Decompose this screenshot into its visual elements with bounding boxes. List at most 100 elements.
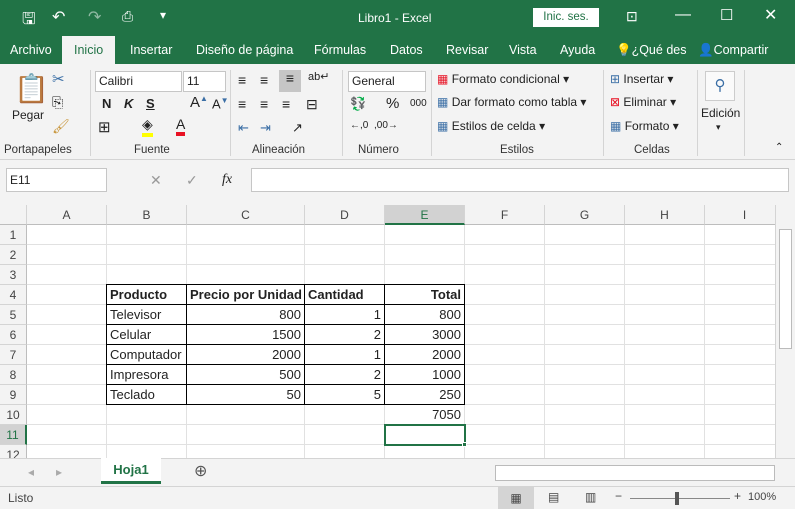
cell[interactable] [305, 265, 385, 285]
cell[interactable] [305, 225, 385, 245]
zoom-in-icon[interactable]: + [734, 489, 741, 503]
align-top-icon[interactable]: ≡ [238, 72, 246, 88]
table-cell[interactable]: Televisor [106, 304, 187, 325]
column-header-E[interactable]: E [385, 205, 465, 225]
tab-diseno[interactable]: Diseño de página [196, 43, 293, 57]
cell[interactable] [465, 365, 545, 385]
align-middle-icon[interactable]: ≡ [260, 72, 268, 88]
cell[interactable] [545, 365, 625, 385]
sheet-tab-hoja1[interactable]: Hoja1 [101, 458, 161, 484]
search-icon[interactable]: ⚲ [705, 71, 735, 101]
tab-archivo[interactable]: Archivo [10, 43, 52, 57]
formula-input[interactable] [251, 168, 789, 192]
cell[interactable] [385, 265, 465, 285]
align-right-icon[interactable]: ≡ [282, 96, 290, 112]
cell[interactable] [385, 445, 465, 458]
cell[interactable] [625, 225, 705, 245]
zoom-slider[interactable] [630, 498, 730, 499]
cell[interactable] [705, 445, 775, 458]
cell[interactable] [187, 245, 305, 265]
cell[interactable] [705, 265, 775, 285]
cell[interactable] [545, 305, 625, 325]
close-button[interactable]: ✕ [764, 5, 777, 25]
align-left-icon[interactable]: ≡ [238, 96, 246, 112]
table-cell[interactable]: 3000 [384, 324, 465, 345]
table-cell[interactable]: Teclado [106, 384, 187, 405]
cell[interactable] [187, 445, 305, 458]
table-cell[interactable]: Precio por Unidad [186, 284, 305, 305]
number-format-select[interactable]: General [348, 71, 426, 92]
cell[interactable] [625, 445, 705, 458]
page-layout-icon[interactable]: ▤ [548, 490, 559, 504]
select-all-corner[interactable] [0, 205, 27, 225]
table-cell[interactable]: 2000 [186, 344, 305, 365]
next-sheet-icon[interactable]: ▸ [56, 465, 62, 479]
print-preview-icon[interactable]: ⎙ [122, 8, 133, 25]
fill-color-icon[interactable]: ◈ [142, 116, 153, 137]
cell[interactable] [465, 245, 545, 265]
table-cell[interactable]: Celular [106, 324, 187, 345]
table-cell[interactable]: 2 [304, 364, 385, 385]
row-header-1[interactable]: 1 [0, 225, 27, 245]
table-cell[interactable]: 1 [304, 344, 385, 365]
cell[interactable] [27, 325, 107, 345]
table-cell[interactable]: 1 [304, 304, 385, 325]
cell[interactable] [705, 325, 775, 345]
increase-indent-icon[interactable]: ⇥ [260, 120, 271, 136]
share-button[interactable]: 👤Compartir [698, 43, 768, 58]
cell[interactable] [545, 245, 625, 265]
cell[interactable] [625, 425, 705, 445]
cell[interactable] [625, 325, 705, 345]
cell[interactable] [465, 445, 545, 458]
cell[interactable] [625, 345, 705, 365]
table-cell[interactable]: 1500 [186, 324, 305, 345]
cell[interactable] [27, 245, 107, 265]
table-cell[interactable]: 5 [304, 384, 385, 405]
underline-button[interactable]: S [146, 96, 155, 111]
cell[interactable] [625, 265, 705, 285]
insert-cells-button[interactable]: ⊞ Insertar ▾ [610, 72, 673, 86]
maximize-button[interactable]: ☐ [720, 6, 733, 24]
row-header-5[interactable]: 5 [0, 305, 27, 325]
format-cells-button[interactable]: ▦ Formato ▾ [610, 119, 679, 133]
cell[interactable] [545, 385, 625, 405]
tab-revisar[interactable]: Revisar [446, 43, 488, 57]
grand-total-cell[interactable]: 7050 [385, 405, 465, 425]
save-icon[interactable]: 🖫 [22, 8, 36, 35]
vertical-scrollbar[interactable] [775, 205, 795, 458]
decrease-indent-icon[interactable]: ⇤ [238, 120, 249, 136]
table-cell[interactable]: Producto [106, 284, 187, 305]
editing-button[interactable]: Edición [701, 106, 740, 120]
cell[interactable] [705, 425, 775, 445]
table-cell[interactable]: 2000 [384, 344, 465, 365]
cell[interactable] [545, 425, 625, 445]
paste-button[interactable]: Pegar [12, 108, 44, 122]
wrap-text-icon[interactable]: ab↵ [308, 70, 329, 83]
table-cell[interactable]: 50 [186, 384, 305, 405]
increase-font-icon[interactable]: A▲ [190, 94, 208, 111]
page-break-icon[interactable]: ▥ [585, 490, 596, 504]
cell[interactable] [465, 425, 545, 445]
delete-cells-button[interactable]: ⊠ Eliminar ▾ [610, 95, 676, 109]
cell[interactable] [305, 425, 385, 445]
cell[interactable] [625, 405, 705, 425]
enter-icon[interactable]: ✓ [186, 172, 198, 189]
merge-center-icon[interactable]: ⊟ [306, 96, 318, 113]
cell[interactable] [625, 385, 705, 405]
table-cell[interactable]: 2 [304, 324, 385, 345]
cell-styles-button[interactable]: ▦ Estilos de celda ▾ [437, 119, 545, 133]
decrease-font-icon[interactable]: A▼ [212, 96, 229, 111]
row-header-6[interactable]: 6 [0, 325, 27, 345]
row-header-2[interactable]: 2 [0, 245, 27, 265]
cell[interactable] [187, 225, 305, 245]
column-header-I[interactable]: I [705, 205, 775, 225]
row-header-12[interactable]: 12 [0, 445, 27, 458]
cell[interactable] [465, 385, 545, 405]
cancel-icon[interactable]: ✕ [150, 172, 162, 189]
cell[interactable] [187, 425, 305, 445]
row-header-3[interactable]: 3 [0, 265, 27, 285]
column-header-G[interactable]: G [545, 205, 625, 225]
cell[interactable] [705, 365, 775, 385]
cell[interactable] [305, 445, 385, 458]
comma-style-icon[interactable]: 000 [410, 98, 427, 109]
